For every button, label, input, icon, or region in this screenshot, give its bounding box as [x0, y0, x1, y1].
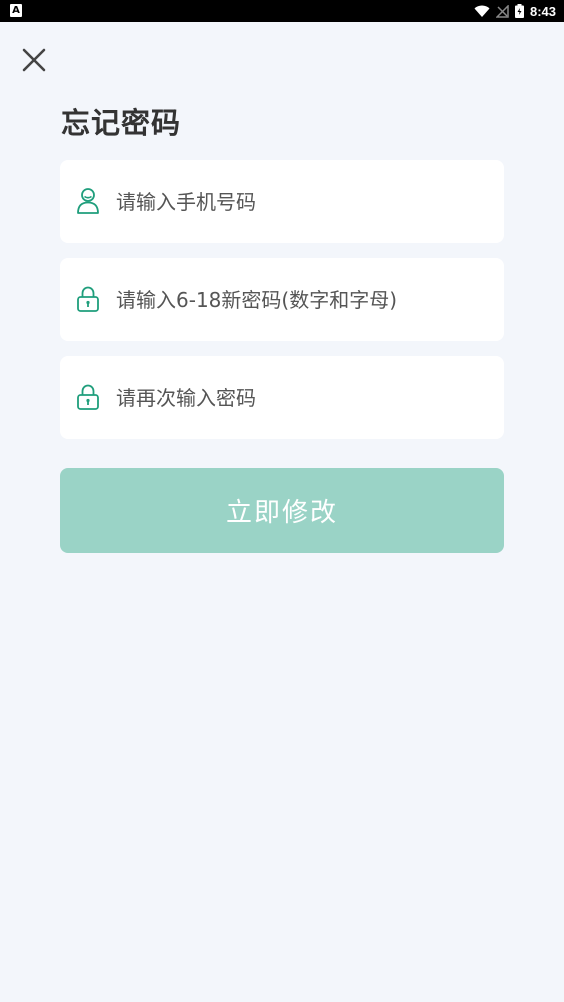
app-notification-icon: A — [10, 4, 22, 17]
confirm-password-input[interactable] — [116, 356, 488, 439]
close-button[interactable] — [18, 44, 50, 76]
signal-icon — [495, 4, 509, 18]
close-icon — [22, 48, 46, 72]
status-bar-right: 8:43 — [474, 0, 556, 22]
phone-input[interactable] — [116, 160, 488, 243]
wifi-icon — [474, 5, 490, 17]
confirm-password-field — [60, 356, 504, 439]
status-time: 8:43 — [529, 3, 556, 19]
battery-icon — [514, 4, 524, 18]
phone-field — [60, 160, 504, 243]
status-bar: A 8:43 — [0, 0, 564, 22]
new-password-field — [60, 258, 504, 341]
page-title: 忘记密码 — [61, 106, 182, 140]
submit-button[interactable]: 立即修改 — [60, 468, 504, 553]
user-icon — [77, 188, 99, 214]
new-password-input[interactable] — [116, 258, 488, 341]
lock-icon — [77, 286, 99, 312]
lock-icon — [77, 384, 99, 410]
